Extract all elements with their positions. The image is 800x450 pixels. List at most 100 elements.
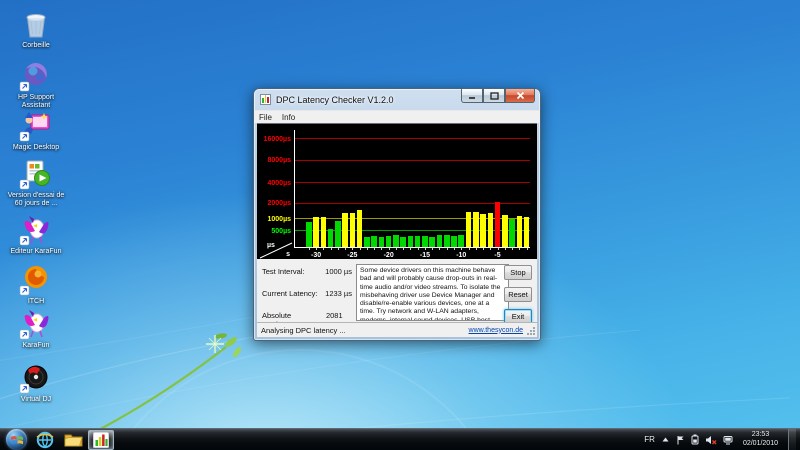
minimize-button[interactable]	[461, 89, 483, 103]
desktop-icon-karafun[interactable]: KaraFun	[4, 308, 68, 350]
stat-value: 1000 µs	[325, 267, 352, 276]
taskbar: FR 23:53 02/01/2010	[0, 428, 800, 450]
latency-bar	[509, 219, 515, 247]
flag-icon[interactable]	[676, 435, 685, 445]
desktop-icon-editeur-karafun[interactable]: Editeur KaraFun	[4, 214, 68, 256]
sparkle-art	[206, 335, 224, 353]
axis-tick	[439, 248, 440, 250]
latency-bar	[466, 212, 472, 247]
info-panel: Test Interval: 1000 µs Current Latency:123…	[257, 259, 537, 326]
x-axis-line	[294, 247, 530, 248]
close-button[interactable]	[505, 89, 535, 103]
dpc-latency-checker-window: DPC Latency Checker V1.2.0 File Info 500µ…	[253, 88, 541, 341]
thesycon-link[interactable]: www.thesycon.de	[469, 327, 523, 334]
taskbar-item-dpc-latency-checker[interactable]	[88, 430, 114, 450]
taskbar-item-windows-explorer[interactable]	[60, 430, 86, 450]
battery-icon[interactable]	[691, 434, 699, 445]
x-axis-label: -20	[384, 252, 394, 259]
latency-bar	[415, 236, 421, 247]
axis-unit-corner: µs s	[259, 242, 294, 259]
y-axis-label: 500µs	[257, 228, 291, 235]
axis-tick	[309, 248, 310, 250]
axis-tick	[512, 248, 513, 250]
maximize-button[interactable]	[483, 89, 505, 103]
x-axis-label: -10	[456, 252, 466, 259]
network-icon[interactable]	[723, 435, 733, 445]
latency-bar	[517, 216, 523, 247]
menu-item-info[interactable]: Info	[282, 113, 295, 122]
y-axis-label: 8000µs	[257, 157, 291, 164]
volume-muted-icon[interactable]	[705, 435, 717, 445]
latency-bar	[422, 236, 428, 247]
axis-tick	[331, 248, 332, 250]
stat-label: Test Interval:	[262, 267, 305, 276]
clock-time: 23:53	[743, 431, 778, 440]
resize-grip[interactable]	[526, 326, 536, 336]
start-button[interactable]	[6, 429, 27, 450]
clock[interactable]: 23:53 02/01/2010	[743, 431, 782, 449]
axis-tick	[396, 248, 397, 250]
x-axis-label: -5	[494, 252, 500, 259]
recycle-bin-icon	[19, 8, 53, 40]
latency-bar	[393, 235, 399, 247]
latency-bar	[524, 217, 530, 247]
axis-tick	[454, 248, 455, 250]
latency-bar	[371, 236, 377, 247]
language-indicator[interactable]: FR	[644, 435, 655, 444]
latency-bar	[502, 215, 508, 247]
desktop-icon-magic-desktop[interactable]: Magic Desktop	[4, 110, 68, 152]
window-titlebar[interactable]: DPC Latency Checker V1.2.0	[254, 89, 540, 110]
magic-desktop-icon	[19, 110, 53, 142]
clock-date: 02/01/2010	[743, 440, 778, 449]
latency-bar	[451, 236, 457, 247]
chevron-up-icon[interactable]	[661, 435, 670, 444]
latency-bar	[321, 217, 327, 247]
axis-tick	[403, 248, 404, 250]
axis-tick	[498, 248, 499, 250]
desktop-icon-itch[interactable]: ITCH	[4, 264, 68, 306]
axis-tick	[476, 248, 477, 250]
latency-bar	[350, 213, 356, 247]
trial-60-days-icon	[19, 158, 53, 190]
y-axis-label: 4000µs	[257, 180, 291, 187]
x-axis-label: -25	[347, 252, 357, 259]
menu-item-file[interactable]: File	[259, 113, 272, 122]
x-axis-label: -30	[311, 252, 321, 259]
editeur-karafun-icon	[19, 214, 53, 246]
plot-area: -30-25-20-15-10-5	[295, 124, 530, 247]
desktop-icon-label: Magic Desktop	[4, 144, 68, 152]
axis-tick	[323, 248, 324, 250]
itch-icon	[19, 264, 53, 296]
axis-tick	[483, 248, 484, 250]
y-unit-label: µs	[267, 242, 275, 249]
desktop-icon-trial-60-days[interactable]: Version d'essai de 60 jours de ...	[4, 158, 68, 208]
axis-tick	[360, 248, 361, 250]
show-desktop-button[interactable]	[788, 429, 796, 450]
axis-tick	[461, 248, 462, 250]
desktop-icon-hp-support-assistant[interactable]: HP Support Assistant	[4, 60, 68, 110]
axis-tick	[338, 248, 339, 250]
latency-bar	[335, 221, 341, 247]
close-icon	[516, 91, 525, 100]
desktop-icon-virtual-dj[interactable]: Virtual DJ	[4, 362, 68, 404]
stat-row: Current Latency:1233 µs	[262, 289, 352, 298]
latency-bar	[408, 236, 414, 247]
status-bar: Analysing DPC latency ... www.thesycon.d…	[257, 322, 537, 337]
latency-bar	[473, 212, 479, 247]
karafun-icon	[19, 308, 53, 340]
stop-button[interactable]: Stop	[504, 265, 532, 280]
desktop-icon-recycle-bin[interactable]: Corbeille	[4, 8, 68, 50]
axis-tick	[389, 248, 390, 250]
caption-buttons	[461, 89, 535, 103]
windows-logo-icon	[11, 434, 23, 446]
latency-bar	[328, 229, 334, 247]
desktop: Corbeille HP Support Assistant Magic Deskt…	[0, 0, 800, 450]
latency-bar	[306, 222, 312, 247]
taskbar-item-internet-explorer[interactable]	[32, 430, 58, 450]
axis-tick	[527, 248, 528, 250]
desktop-icon-label: Corbeille	[4, 42, 68, 50]
axis-tick	[345, 248, 346, 250]
desktop-icon-label: ITCH	[4, 298, 68, 306]
stat-label: Current Latency:	[262, 289, 317, 298]
reset-button[interactable]: Reset	[504, 287, 532, 302]
